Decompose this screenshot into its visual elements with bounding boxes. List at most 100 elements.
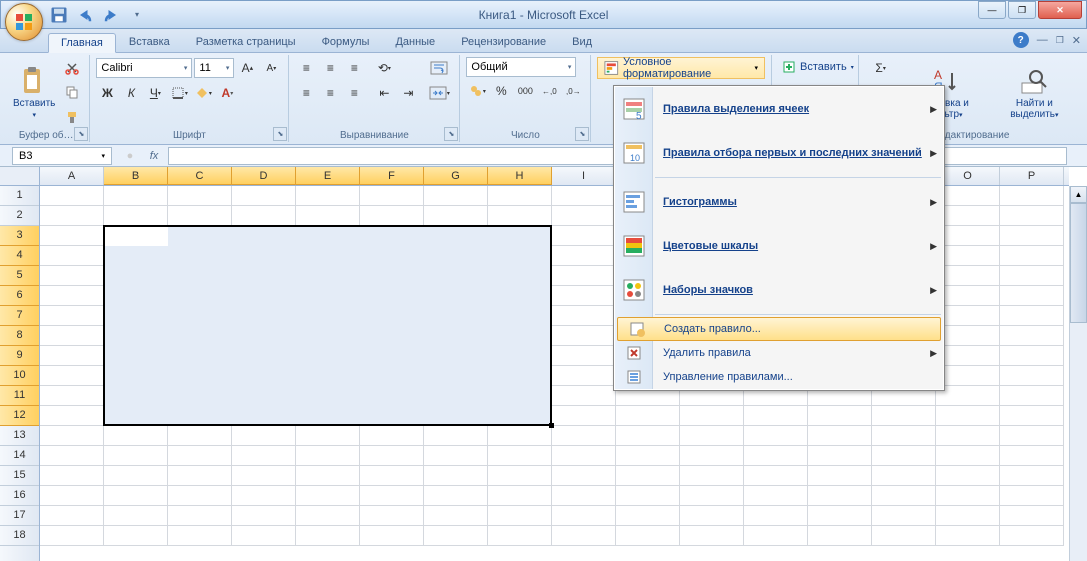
increase-indent-icon[interactable]: ⇥: [397, 82, 419, 104]
row-header[interactable]: 16: [0, 486, 39, 506]
font-color-icon[interactable]: A▾: [216, 82, 238, 104]
column-header[interactable]: G: [424, 167, 488, 185]
maximize-button[interactable]: ❐: [1008, 1, 1036, 19]
bold-icon[interactable]: Ж: [96, 82, 118, 104]
align-center-icon[interactable]: ≡: [319, 82, 341, 104]
align-left-icon[interactable]: ≡: [295, 82, 317, 104]
menu-color-scales[interactable]: Цветовые шкалы ▶: [615, 224, 943, 268]
vertical-scrollbar[interactable]: ▲: [1069, 186, 1087, 561]
decrease-font-icon[interactable]: A▾: [260, 57, 282, 79]
font-launcher[interactable]: ⬊: [273, 127, 287, 141]
menu-new-rule[interactable]: Создать правило...: [617, 317, 941, 341]
minimize-ribbon-icon[interactable]: —: [1037, 34, 1048, 46]
menu-highlight-cells-rules[interactable]: 5 Правила выделения ячеек ▶: [615, 87, 943, 131]
save-icon[interactable]: [49, 5, 69, 25]
underline-icon[interactable]: Ч▾: [144, 82, 166, 104]
row-header[interactable]: 15: [0, 466, 39, 486]
merge-cells-icon[interactable]: ▾: [425, 82, 453, 104]
align-middle-icon[interactable]: ≡: [319, 57, 341, 79]
undo-icon[interactable]: [75, 5, 95, 25]
doc-close-icon[interactable]: ✕: [1072, 34, 1081, 47]
decrease-indent-icon[interactable]: ⇤: [373, 82, 395, 104]
scroll-up-icon[interactable]: ▲: [1070, 186, 1087, 203]
wrap-text-icon[interactable]: [425, 57, 453, 79]
select-all-corner[interactable]: [0, 167, 40, 186]
align-bottom-icon[interactable]: ≡: [343, 57, 365, 79]
currency-icon[interactable]: ▾: [466, 80, 488, 102]
tab-view[interactable]: Вид: [559, 32, 605, 52]
doc-restore-icon[interactable]: ❐: [1056, 35, 1064, 46]
tab-insert[interactable]: Вставка: [116, 32, 183, 52]
row-header[interactable]: 11: [0, 386, 39, 406]
help-icon[interactable]: ?: [1013, 32, 1029, 48]
tab-page-layout[interactable]: Разметка страницы: [183, 32, 309, 52]
row-header[interactable]: 3: [0, 226, 39, 246]
row-header[interactable]: 10: [0, 366, 39, 386]
row-header[interactable]: 2: [0, 206, 39, 226]
font-name-combo[interactable]: Calibri▾: [96, 58, 192, 78]
row-header[interactable]: 5: [0, 266, 39, 286]
menu-manage-rules[interactable]: Управление правилами...: [615, 365, 943, 389]
percent-icon[interactable]: %: [490, 80, 512, 102]
italic-icon[interactable]: К: [120, 82, 142, 104]
copy-icon[interactable]: [61, 81, 83, 103]
row-header[interactable]: 14: [0, 446, 39, 466]
column-header[interactable]: O: [936, 167, 1000, 185]
row-header[interactable]: 8: [0, 326, 39, 346]
autosum-icon[interactable]: Σ▾: [865, 57, 897, 79]
row-header[interactable]: 7: [0, 306, 39, 326]
cancel-formula-icon[interactable]: ●: [120, 147, 140, 165]
insert-cells-button[interactable]: Вставить▾: [778, 57, 858, 77]
office-button[interactable]: [5, 3, 43, 41]
find-select-button[interactable]: Найти и выделить▾: [991, 57, 1078, 128]
increase-font-icon[interactable]: A▴: [236, 57, 258, 79]
align-top-icon[interactable]: ≡: [295, 57, 317, 79]
scroll-thumb[interactable]: [1070, 203, 1087, 323]
align-right-icon[interactable]: ≡: [343, 82, 365, 104]
tab-review[interactable]: Рецензирование: [448, 32, 559, 52]
column-header[interactable]: E: [296, 167, 360, 185]
row-header[interactable]: 1: [0, 186, 39, 206]
font-size-combo[interactable]: 11▾: [194, 58, 234, 78]
row-header[interactable]: 12: [0, 406, 39, 426]
row-header[interactable]: 13: [0, 426, 39, 446]
close-button[interactable]: ✕: [1038, 1, 1082, 19]
row-header[interactable]: 18: [0, 526, 39, 546]
column-header[interactable]: H: [488, 167, 552, 185]
cut-icon[interactable]: [61, 57, 83, 79]
menu-data-bars[interactable]: Гистограммы ▶: [615, 180, 943, 224]
menu-clear-rules[interactable]: Удалить правила ▶: [615, 341, 943, 365]
tab-home[interactable]: Главная: [48, 33, 116, 53]
row-header[interactable]: 6: [0, 286, 39, 306]
row-header[interactable]: 17: [0, 506, 39, 526]
conditional-formatting-button[interactable]: Условное форматирование ▾: [597, 57, 765, 79]
clipboard-launcher[interactable]: ⬊: [74, 127, 88, 141]
border-icon[interactable]: ▾: [168, 82, 190, 104]
column-header[interactable]: B: [104, 167, 168, 185]
menu-icon-sets[interactable]: Наборы значков ▶: [615, 268, 943, 312]
orientation-icon[interactable]: ⟲▾: [373, 57, 395, 79]
qat-customize-icon[interactable]: ▾: [127, 5, 147, 25]
tab-data[interactable]: Данные: [382, 32, 448, 52]
number-format-combo[interactable]: Общий▾: [466, 57, 576, 77]
selection-fill-handle[interactable]: [549, 423, 554, 428]
paste-button[interactable]: Вставить▾: [9, 57, 59, 128]
comma-icon[interactable]: 000: [514, 80, 536, 102]
number-launcher[interactable]: ⬊: [575, 127, 589, 141]
column-header[interactable]: F: [360, 167, 424, 185]
column-header[interactable]: D: [232, 167, 296, 185]
column-header[interactable]: P: [1000, 167, 1064, 185]
format-painter-icon[interactable]: [61, 106, 83, 128]
name-box[interactable]: B3▾: [12, 147, 112, 165]
decrease-decimal-icon[interactable]: ,0→: [562, 80, 584, 102]
row-header[interactable]: 4: [0, 246, 39, 266]
fx-icon[interactable]: fx: [144, 147, 164, 165]
alignment-launcher[interactable]: ⬊: [444, 127, 458, 141]
minimize-button[interactable]: —: [978, 1, 1006, 19]
column-header[interactable]: A: [40, 167, 104, 185]
column-header[interactable]: C: [168, 167, 232, 185]
redo-icon[interactable]: [101, 5, 121, 25]
row-header[interactable]: 9: [0, 346, 39, 366]
column-header[interactable]: I: [552, 167, 616, 185]
fill-color-icon[interactable]: ▾: [192, 82, 214, 104]
